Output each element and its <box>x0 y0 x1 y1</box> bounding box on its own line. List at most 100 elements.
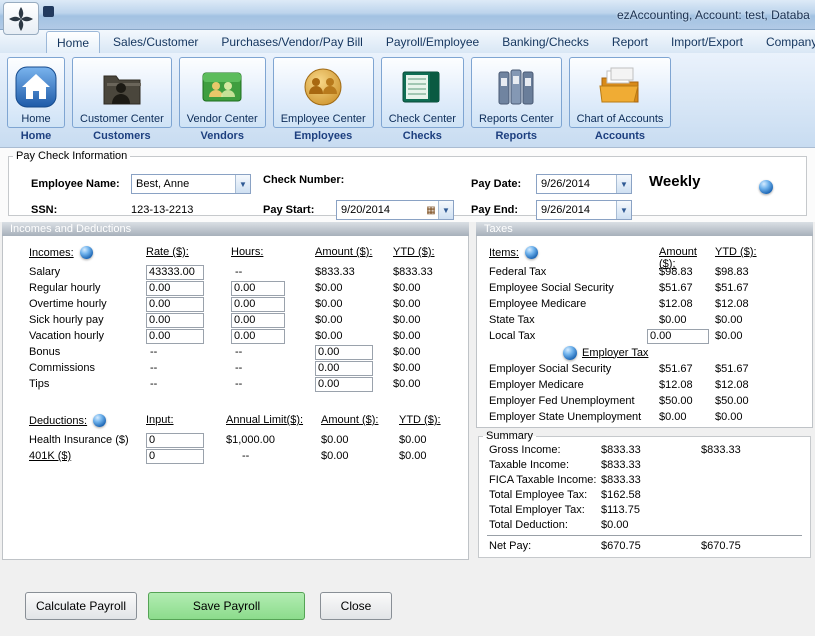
pay-end-label: Pay End: <box>471 204 518 216</box>
pay-end-value: 9/26/2014 <box>537 204 616 216</box>
income-row-sick-hourly: Sick hourly pay $0.00 $0.00 <box>3 312 468 328</box>
tax-label: Employer Fed Unemployment <box>489 395 659 407</box>
check-number-label: Check Number: <box>263 174 344 186</box>
toolbar-item-check-center: Check Center Checks <box>381 57 464 142</box>
income-ytd: $0.00 <box>393 378 468 390</box>
net-pay-value: $670.75 <box>601 540 701 552</box>
deduction-label: Health Insurance ($) <box>29 434 146 446</box>
deduction-amount: $0.00 <box>321 434 399 446</box>
vacation-hourly-hours-input[interactable] <box>231 329 285 344</box>
help-globe-icon[interactable] <box>759 180 773 194</box>
health-insurance-input[interactable] <box>146 433 204 448</box>
income-hours: -- <box>231 346 315 358</box>
accounts-icon <box>598 60 642 113</box>
net-pay-row: Net Pay: $670.75 $670.75 <box>479 538 810 553</box>
tax-row-employer-fed-unemployment: Employer Fed Unemployment $50.00 $50.00 <box>477 393 812 409</box>
employee-name-select[interactable]: Best, Anne ▼ <box>131 174 251 194</box>
toolbar-vendors-caption: Vendors <box>201 130 244 142</box>
tab-company[interactable]: Company <box>756 30 815 53</box>
income-label: Commissions <box>29 362 146 374</box>
incomes-header: Incomes: <box>29 247 74 259</box>
sick-hourly-hours-input[interactable] <box>231 313 285 328</box>
toolbar-home-button[interactable]: Home <box>7 57 65 128</box>
tax-row-employer-social-security: Employer Social Security $51.67 $51.67 <box>477 361 812 377</box>
help-globe-icon[interactable] <box>563 346 577 360</box>
help-globe-icon[interactable] <box>80 246 93 259</box>
tax-amount: $50.00 <box>659 395 715 407</box>
summary-label: Total Employer Tax: <box>489 504 601 516</box>
tax-row-state: State Tax $0.00 $0.00 <box>477 312 812 328</box>
deduction-401k-link[interactable]: 401K ($) <box>29 450 146 462</box>
regular-hourly-rate-input[interactable] <box>146 281 204 296</box>
tab-banking-checks[interactable]: Banking/Checks <box>492 30 599 53</box>
hours-header: Hours: <box>231 246 315 258</box>
salary-rate-input[interactable] <box>146 265 204 280</box>
pay-date-label: Pay Date: <box>471 178 521 190</box>
income-label: Overtime hourly <box>29 298 146 310</box>
toolbar-chart-of-accounts-label: Chart of Accounts <box>577 113 664 125</box>
deduction-row-401k: 401K ($) -- $0.00 $0.00 <box>3 448 468 464</box>
close-button[interactable]: Close <box>320 592 392 620</box>
tax-label: Employee Medicare <box>489 298 659 310</box>
tax-amount: $51.67 <box>659 282 715 294</box>
toolbar-chart-of-accounts-button[interactable]: Chart of Accounts <box>569 57 672 128</box>
tax-ytd: $50.00 <box>715 395 812 407</box>
summary-value: $113.75 <box>601 504 701 516</box>
taxes-panel: Taxes Items: Amount ($): YTD ($): Federa… <box>476 222 813 428</box>
pay-date-select[interactable]: 9/26/2014 ▼ <box>536 174 632 194</box>
sick-hourly-rate-input[interactable] <box>146 313 204 328</box>
tab-report[interactable]: Report <box>602 30 658 53</box>
summary-label: FICA Taxable Income: <box>489 474 601 486</box>
toolbar-item-vendor-center: Vendor Center Vendors <box>179 57 266 142</box>
k401-input[interactable] <box>146 449 204 464</box>
tab-purchases-vendor-pay-bill[interactable]: Purchases/Vendor/Pay Bill <box>211 30 372 53</box>
ytd-header: YTD ($): <box>399 414 468 426</box>
toolbar-employee-center-button[interactable]: Employee Center <box>273 57 374 128</box>
regular-hourly-hours-input[interactable] <box>231 281 285 296</box>
tab-import-export[interactable]: Import/Export <box>661 30 753 53</box>
income-amount: $0.00 <box>315 314 393 326</box>
summary-row: Gross Income: $833.33 $833.33 <box>479 442 810 457</box>
calculate-payroll-button[interactable]: Calculate Payroll <box>25 592 137 620</box>
deduction-ytd: $0.00 <box>399 450 468 462</box>
summary-value: $0.00 <box>601 519 701 531</box>
income-row-commissions: Commissions -- -- $0.00 <box>3 360 468 376</box>
tax-amount: $0.00 <box>659 314 715 326</box>
bonus-amount-input[interactable] <box>315 345 373 360</box>
net-pay-divider <box>487 535 802 536</box>
toolbar-customer-center-button[interactable]: Customer Center <box>72 57 172 128</box>
commissions-amount-input[interactable] <box>315 361 373 376</box>
tab-sales-customer[interactable]: Sales/Customer <box>103 30 208 53</box>
toolbar-vendor-center-button[interactable]: Vendor Center <box>179 57 266 128</box>
chevron-down-icon: ▼ <box>438 201 453 219</box>
save-payroll-button[interactable]: Save Payroll <box>148 592 305 620</box>
toolbar-item-employee-center: Employee Center Employees <box>273 57 374 142</box>
deduction-limit: $1,000.00 <box>226 434 321 446</box>
tax-ytd: $51.67 <box>715 363 812 375</box>
quick-access-icon[interactable] <box>43 6 54 17</box>
tab-payroll-employee[interactable]: Payroll/Employee <box>376 30 489 53</box>
overtime-hourly-hours-input[interactable] <box>231 297 285 312</box>
toolbar-customer-center-label: Customer Center <box>80 113 164 125</box>
local-tax-input[interactable] <box>647 329 709 344</box>
toolbar-reports-center-button[interactable]: Reports Center <box>471 57 562 128</box>
help-globe-icon[interactable] <box>525 246 538 259</box>
toolbar-item-chart-of-accounts: Chart of Accounts Accounts <box>569 57 672 142</box>
help-globe-icon[interactable] <box>93 414 106 427</box>
app-logo-icon[interactable] <box>3 2 39 35</box>
net-pay-ytd: $670.75 <box>701 540 810 552</box>
check-number-input[interactable] <box>359 173 459 189</box>
section-header-taxes: Taxes <box>476 222 813 236</box>
income-row-vacation-hourly: Vacation hourly $0.00 $0.00 <box>3 328 468 344</box>
toolbar-check-center-button[interactable]: Check Center <box>381 57 464 128</box>
toolbar: Home Home Customer Center Customers <box>0 53 815 148</box>
tips-amount-input[interactable] <box>315 377 373 392</box>
tab-home[interactable]: Home <box>46 31 100 53</box>
summary-ytd: $833.33 <box>701 444 810 456</box>
pay-frequency: Weekly <box>649 173 700 190</box>
pay-end-select[interactable]: 9/26/2014 ▼ <box>536 200 632 220</box>
window-title: ezAccounting, Account: test, Databa <box>617 8 810 22</box>
vacation-hourly-rate-input[interactable] <box>146 329 204 344</box>
pay-start-picker[interactable]: 9/20/2014 ▦ ▼ <box>336 200 454 220</box>
overtime-hourly-rate-input[interactable] <box>146 297 204 312</box>
